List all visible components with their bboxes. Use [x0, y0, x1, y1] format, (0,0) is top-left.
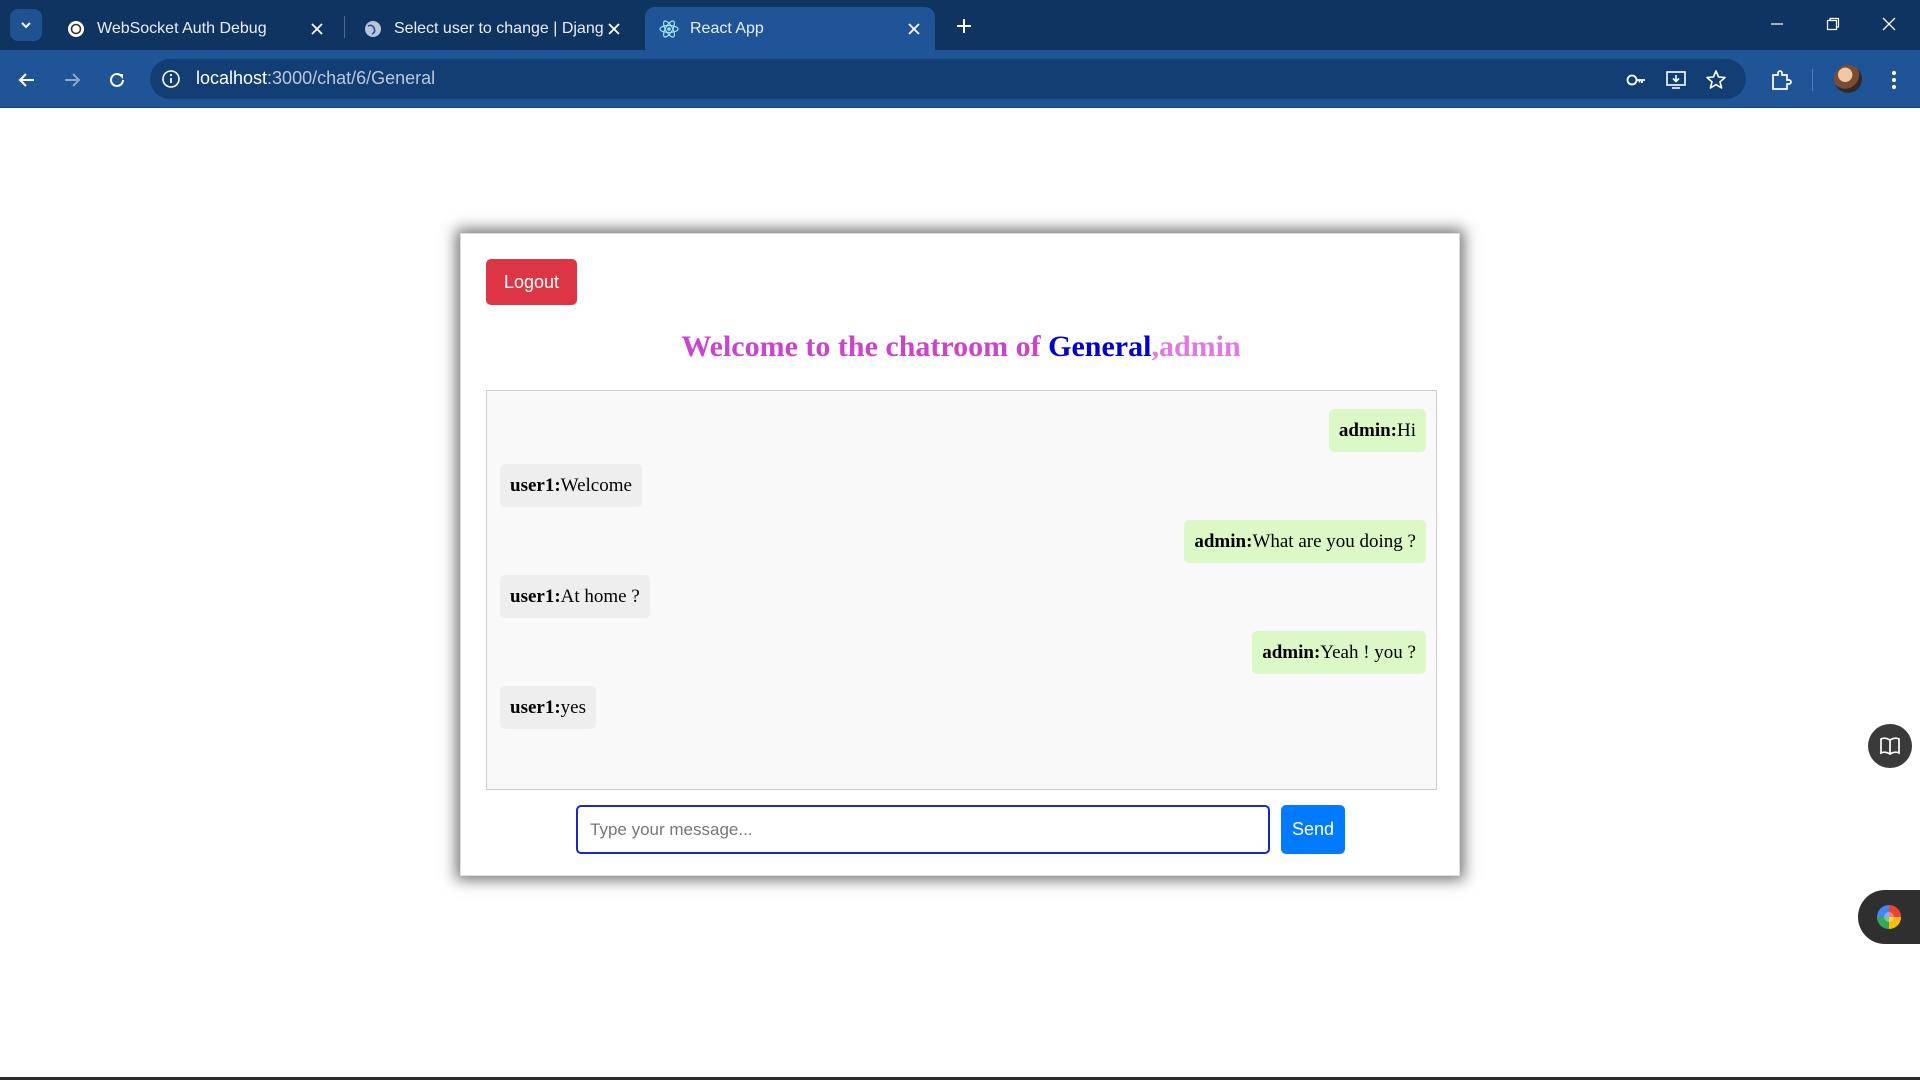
room-name: General — [1048, 330, 1152, 363]
message-sender: user1: — [510, 696, 561, 718]
arrow-left-icon — [18, 73, 34, 87]
message-list[interactable]: admin: Hi user1: Welcome admin: What are yo… — [486, 390, 1437, 790]
reading-mode-button[interactable] — [1868, 724, 1912, 768]
message-input[interactable] — [576, 805, 1270, 854]
message-text: Welcome — [560, 474, 632, 496]
key-icon[interactable] — [1624, 68, 1648, 92]
browser-toolbar: localhost:3000/chat/6/General — [0, 50, 1920, 108]
tab-title: WebSocket Auth Debug — [97, 19, 267, 37]
close-window-button[interactable] — [1866, 8, 1912, 40]
message-text: yes — [560, 696, 586, 718]
message-sender: admin: — [1194, 530, 1253, 552]
forward-button[interactable] — [55, 63, 89, 97]
restore-button[interactable] — [1810, 8, 1856, 40]
message-sender: admin: — [1338, 419, 1397, 441]
restore-icon — [1826, 17, 1840, 31]
minimize-icon — [1771, 23, 1783, 25]
arrow-right-icon — [65, 73, 81, 87]
address-bar[interactable]: localhost:3000/chat/6/General — [150, 59, 1746, 99]
menu-button[interactable] — [1880, 66, 1908, 94]
profile-avatar[interactable] — [1834, 65, 1862, 93]
close-icon[interactable] — [903, 18, 925, 40]
message-sent: admin: What are you doing ? — [1184, 520, 1426, 563]
more-vertical-icon — [1892, 71, 1896, 89]
close-icon[interactable] — [603, 18, 625, 40]
message-sender: user1: — [510, 474, 561, 496]
url-path: :3000/chat/6/General — [267, 68, 436, 88]
install-app-icon[interactable] — [1664, 68, 1688, 92]
chevron-down-icon — [21, 22, 31, 29]
welcome-text: Welcome to the chatroom of — [681, 330, 1049, 363]
close-icon[interactable] — [306, 18, 328, 40]
message-text: Hi — [1397, 419, 1416, 441]
close-icon — [1882, 17, 1896, 31]
colorful-orb-icon — [1877, 905, 1901, 929]
extensions-button[interactable] — [1767, 66, 1795, 94]
chat-container: Logout Welcome to the chatroom of Genera… — [460, 233, 1460, 876]
message-text: At home ? — [560, 585, 640, 607]
back-button[interactable] — [10, 63, 44, 97]
message-sender: admin: — [1262, 641, 1321, 663]
logout-button[interactable]: Logout — [486, 259, 577, 305]
reload-icon — [110, 72, 124, 87]
book-icon — [1880, 737, 1900, 755]
send-button[interactable]: Send — [1281, 805, 1345, 854]
url-host: localhost — [196, 68, 268, 88]
page-content: Logout Welcome to the chatroom of Genera… — [0, 108, 1920, 1079]
tab-websocket-auth-debug[interactable]: WebSocket Auth Debug — [52, 7, 338, 50]
message-sender: user1: — [510, 585, 561, 607]
message-received: user1: yes — [500, 686, 596, 729]
browser-tab-bar: WebSocket Auth Debug Select user to chan… — [0, 0, 1920, 50]
message-text: Yeah ! you ? — [1320, 641, 1416, 663]
welcome-heading: Welcome to the chatroom of General,admin — [461, 330, 1461, 364]
url-text[interactable]: localhost:3000/chat/6/General — [196, 68, 435, 89]
tab-title: Select user to change | Django — [394, 19, 603, 37]
minimize-button[interactable] — [1754, 8, 1800, 40]
message-sent: admin: Hi — [1328, 409, 1426, 452]
reload-button[interactable] — [100, 63, 134, 97]
bookmark-star-icon[interactable] — [1704, 68, 1728, 92]
tab-search-button[interactable] — [10, 9, 42, 41]
new-tab-button[interactable] — [950, 12, 978, 40]
toolbar-divider — [1812, 69, 1813, 91]
tab-react-app[interactable]: React App — [645, 7, 935, 50]
message-text: What are you doing ? — [1252, 530, 1416, 552]
message-sent: admin: Yeah ! you ? — [1252, 631, 1426, 674]
openai-icon — [66, 19, 86, 39]
plus-icon — [957, 19, 971, 33]
info-icon[interactable] — [160, 68, 182, 90]
tab-title: React App — [690, 19, 764, 37]
username: admin — [1158, 330, 1241, 363]
message-received: user1: Welcome — [500, 464, 642, 507]
puzzle-icon — [1772, 70, 1792, 90]
react-icon — [659, 19, 679, 39]
globe-icon — [363, 19, 383, 39]
assistant-button[interactable] — [1858, 890, 1920, 944]
welcome-separator: , — [1151, 330, 1159, 363]
tab-separator — [344, 16, 345, 38]
message-received: user1: At home ? — [500, 575, 650, 618]
tab-django-admin[interactable]: Select user to change | Django — [349, 7, 635, 50]
